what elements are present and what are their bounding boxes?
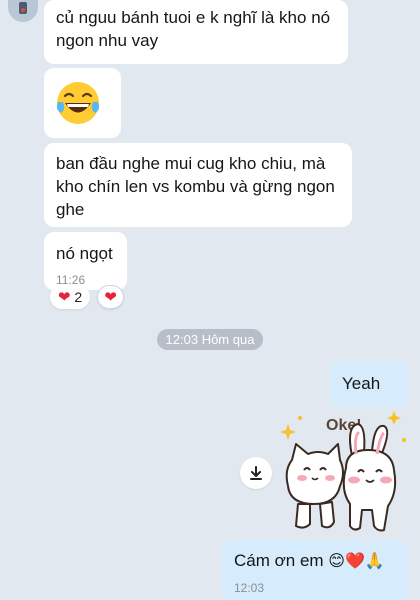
emoji-sequence: 😊❤️🙏 bbox=[328, 553, 385, 570]
message-bubble-outgoing[interactable]: Yeah bbox=[330, 361, 408, 407]
reaction-count: 2 bbox=[74, 289, 83, 305]
message-bubble-incoming[interactable]: nó ngọt 11:26 bbox=[44, 232, 127, 290]
reaction-summary[interactable]: ❤ 2 bbox=[50, 285, 90, 309]
message-bubble-incoming[interactable]: củ nguu bánh tuoi e k nghĩ là kho nó ngo… bbox=[44, 0, 348, 64]
message-timestamp: 12:03 bbox=[234, 581, 265, 595]
message-text-line: ghe bbox=[56, 200, 85, 219]
contact-avatar[interactable] bbox=[8, 0, 38, 22]
message-bubble-incoming[interactable]: ban đầu nghe mui cug kho chiu, mà kho ch… bbox=[44, 143, 352, 227]
heart-icon: ❤ bbox=[57, 288, 71, 306]
add-reaction-button[interactable]: ❤ bbox=[97, 285, 124, 309]
message-text-line: củ nguu bánh tuoi e k nghĩ là kho nó bbox=[56, 8, 331, 27]
emoji-message-bubble[interactable] bbox=[44, 68, 121, 138]
message-text-line: ban đầu nghe mui cug kho chiu, mà bbox=[56, 154, 326, 173]
oke-sticker[interactable]: Oke! bbox=[280, 408, 410, 534]
heart-icon: ❤ bbox=[104, 288, 117, 306]
message-text-row: Cám ơn em 😊❤️🙏 bbox=[234, 549, 396, 573]
message-text-line: ngon nhu vay bbox=[56, 31, 159, 50]
message-text: Yeah bbox=[342, 374, 381, 393]
download-icon bbox=[250, 466, 262, 480]
message-bubble-outgoing[interactable]: Cám ơn em 😊❤️🙏 12:03 bbox=[222, 540, 408, 600]
message-text: Cám ơn em bbox=[234, 551, 324, 570]
laughing-tears-emoji-icon bbox=[57, 82, 99, 124]
message-text: nó ngọt bbox=[56, 244, 113, 263]
date-separator: 12:03 Hôm qua bbox=[157, 329, 263, 350]
message-text-line: kho chín len vs kombu và gừng ngon bbox=[56, 177, 335, 196]
download-sticker-button[interactable] bbox=[240, 457, 272, 489]
